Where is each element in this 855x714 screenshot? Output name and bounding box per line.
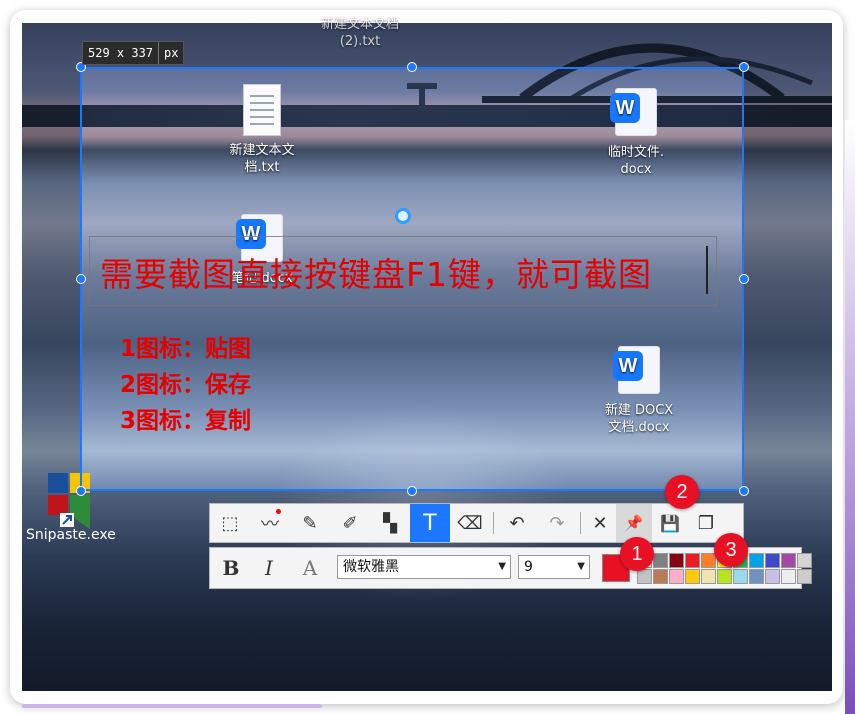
- pencil-icon: ✎: [302, 512, 318, 534]
- shape-icon: ⬚: [221, 512, 239, 534]
- text-options-bar: B I A 微软雅黑 ▼ 9 ▼: [209, 547, 812, 589]
- palette-swatch[interactable]: [685, 553, 700, 568]
- text-icon: T: [423, 510, 437, 536]
- badge-1: 1: [620, 537, 654, 571]
- resize-handle-right[interactable]: [739, 274, 749, 284]
- toolbar-divider: [493, 512, 494, 534]
- undo-button[interactable]: ↶: [497, 504, 537, 542]
- palette-swatch[interactable]: [749, 569, 764, 584]
- font-family-value: 微软雅黑: [343, 559, 399, 575]
- palette-swatch[interactable]: [749, 553, 764, 568]
- palette-swatch[interactable]: [653, 553, 668, 568]
- palette-swatch[interactable]: [669, 553, 684, 568]
- palette-swatch[interactable]: [701, 569, 716, 584]
- undo-icon: ↶: [509, 512, 525, 534]
- outline-button[interactable]: A: [295, 556, 325, 580]
- close-button[interactable]: ✕: [584, 504, 616, 542]
- palette-swatch[interactable]: [701, 553, 716, 568]
- redo-icon: ↷: [549, 512, 565, 534]
- chevron-down-icon: ▼: [498, 561, 506, 572]
- bold-button[interactable]: B: [216, 556, 246, 580]
- annotation-text: 需要截图直接按键盘F1键，就可截图: [100, 255, 652, 294]
- italic-button[interactable]: I: [254, 556, 284, 580]
- marker-icon: 〰: [261, 514, 279, 535]
- selection-size-label: 529 x 337 px: [82, 41, 185, 65]
- palette-swatch[interactable]: [765, 553, 780, 568]
- close-icon: ✕: [592, 512, 608, 534]
- palette-swatch[interactable]: [733, 569, 748, 584]
- eraser-icon: ⌫: [457, 512, 483, 534]
- highlighter-icon: ✐: [342, 512, 358, 534]
- desktop-icon-label: Snipaste.exe: [26, 527, 116, 543]
- palette-swatch[interactable]: [685, 569, 700, 584]
- dim-overlay-right: [744, 67, 832, 491]
- font-size-value: 9: [524, 559, 533, 575]
- window-edge: [845, 120, 855, 714]
- resize-handle-left[interactable]: [76, 274, 86, 284]
- copy-icon: ❐: [697, 512, 715, 534]
- scroll-indicator: [22, 704, 322, 708]
- active-dot: [276, 509, 281, 514]
- instruction-item: 3图标：复制: [120, 408, 252, 434]
- palette-swatch[interactable]: [797, 569, 812, 584]
- pencil-tool-button[interactable]: ✎: [290, 504, 330, 542]
- badge-2: 2: [665, 475, 699, 509]
- instruction-list: 1图标：贴图 2图标：保存 3图标：复制: [120, 331, 251, 439]
- resize-handle-bottom-left[interactable]: [76, 486, 86, 496]
- selection-size: 529 x 337: [88, 46, 154, 60]
- resize-handle-top-right[interactable]: [739, 62, 749, 72]
- toolbar-divider: [580, 512, 581, 534]
- mosaic-tool-button[interactable]: ▚: [370, 504, 410, 542]
- highlighter-tool-button[interactable]: ✐: [330, 504, 370, 542]
- font-family-select[interactable]: 微软雅黑 ▼: [337, 555, 511, 579]
- marker-tool-button[interactable]: 〰: [250, 504, 290, 542]
- resize-handle-top[interactable]: [407, 62, 417, 72]
- desktop-icon-label: 新建文本文档 (2).txt: [320, 17, 399, 49]
- save-icon: 💾: [660, 513, 680, 533]
- palette-swatch[interactable]: [765, 569, 780, 584]
- shape-tool-button[interactable]: ⬚: [210, 504, 250, 542]
- dim-overlay-left: [22, 67, 80, 491]
- resize-handle-bottom-right[interactable]: [739, 486, 749, 496]
- palette-swatch[interactable]: [637, 569, 652, 584]
- palette-swatch[interactable]: [781, 569, 796, 584]
- resize-handle-bottom[interactable]: [407, 486, 417, 496]
- mosaic-icon: ▚: [383, 512, 397, 534]
- palette-swatch[interactable]: [669, 569, 684, 584]
- swirl-icon: [395, 208, 411, 224]
- pin-icon: 📌: [624, 514, 644, 532]
- instruction-item: 1图标：贴图: [120, 336, 252, 362]
- desktop-icon-new-text-doc-2[interactable]: 新建文本文档 (2).txt: [305, 16, 415, 50]
- palette-swatch[interactable]: [797, 553, 812, 568]
- eraser-tool-button[interactable]: ⌫: [450, 504, 490, 542]
- redo-button[interactable]: ↷: [537, 504, 577, 542]
- badge-3: 3: [714, 533, 748, 567]
- selection-unit: px: [158, 42, 183, 64]
- chevron-down-icon: ▼: [577, 561, 585, 572]
- palette-swatch[interactable]: [781, 553, 796, 568]
- text-tool-button[interactable]: T: [410, 504, 450, 542]
- font-size-select[interactable]: 9 ▼: [518, 555, 590, 579]
- palette-swatch[interactable]: [717, 569, 732, 584]
- instruction-item: 2图标：保存: [120, 372, 252, 398]
- copy-button[interactable]: ❐: [688, 504, 724, 542]
- save-button[interactable]: 💾: [652, 504, 688, 542]
- text-caret: [706, 246, 708, 294]
- palette-swatch[interactable]: [653, 569, 668, 584]
- annotation-toolbar: ⬚ 〰 ✎ ✐ ▚ T ⌫ ↶ ↷ ✕ 📌 💾 ❐: [209, 503, 744, 543]
